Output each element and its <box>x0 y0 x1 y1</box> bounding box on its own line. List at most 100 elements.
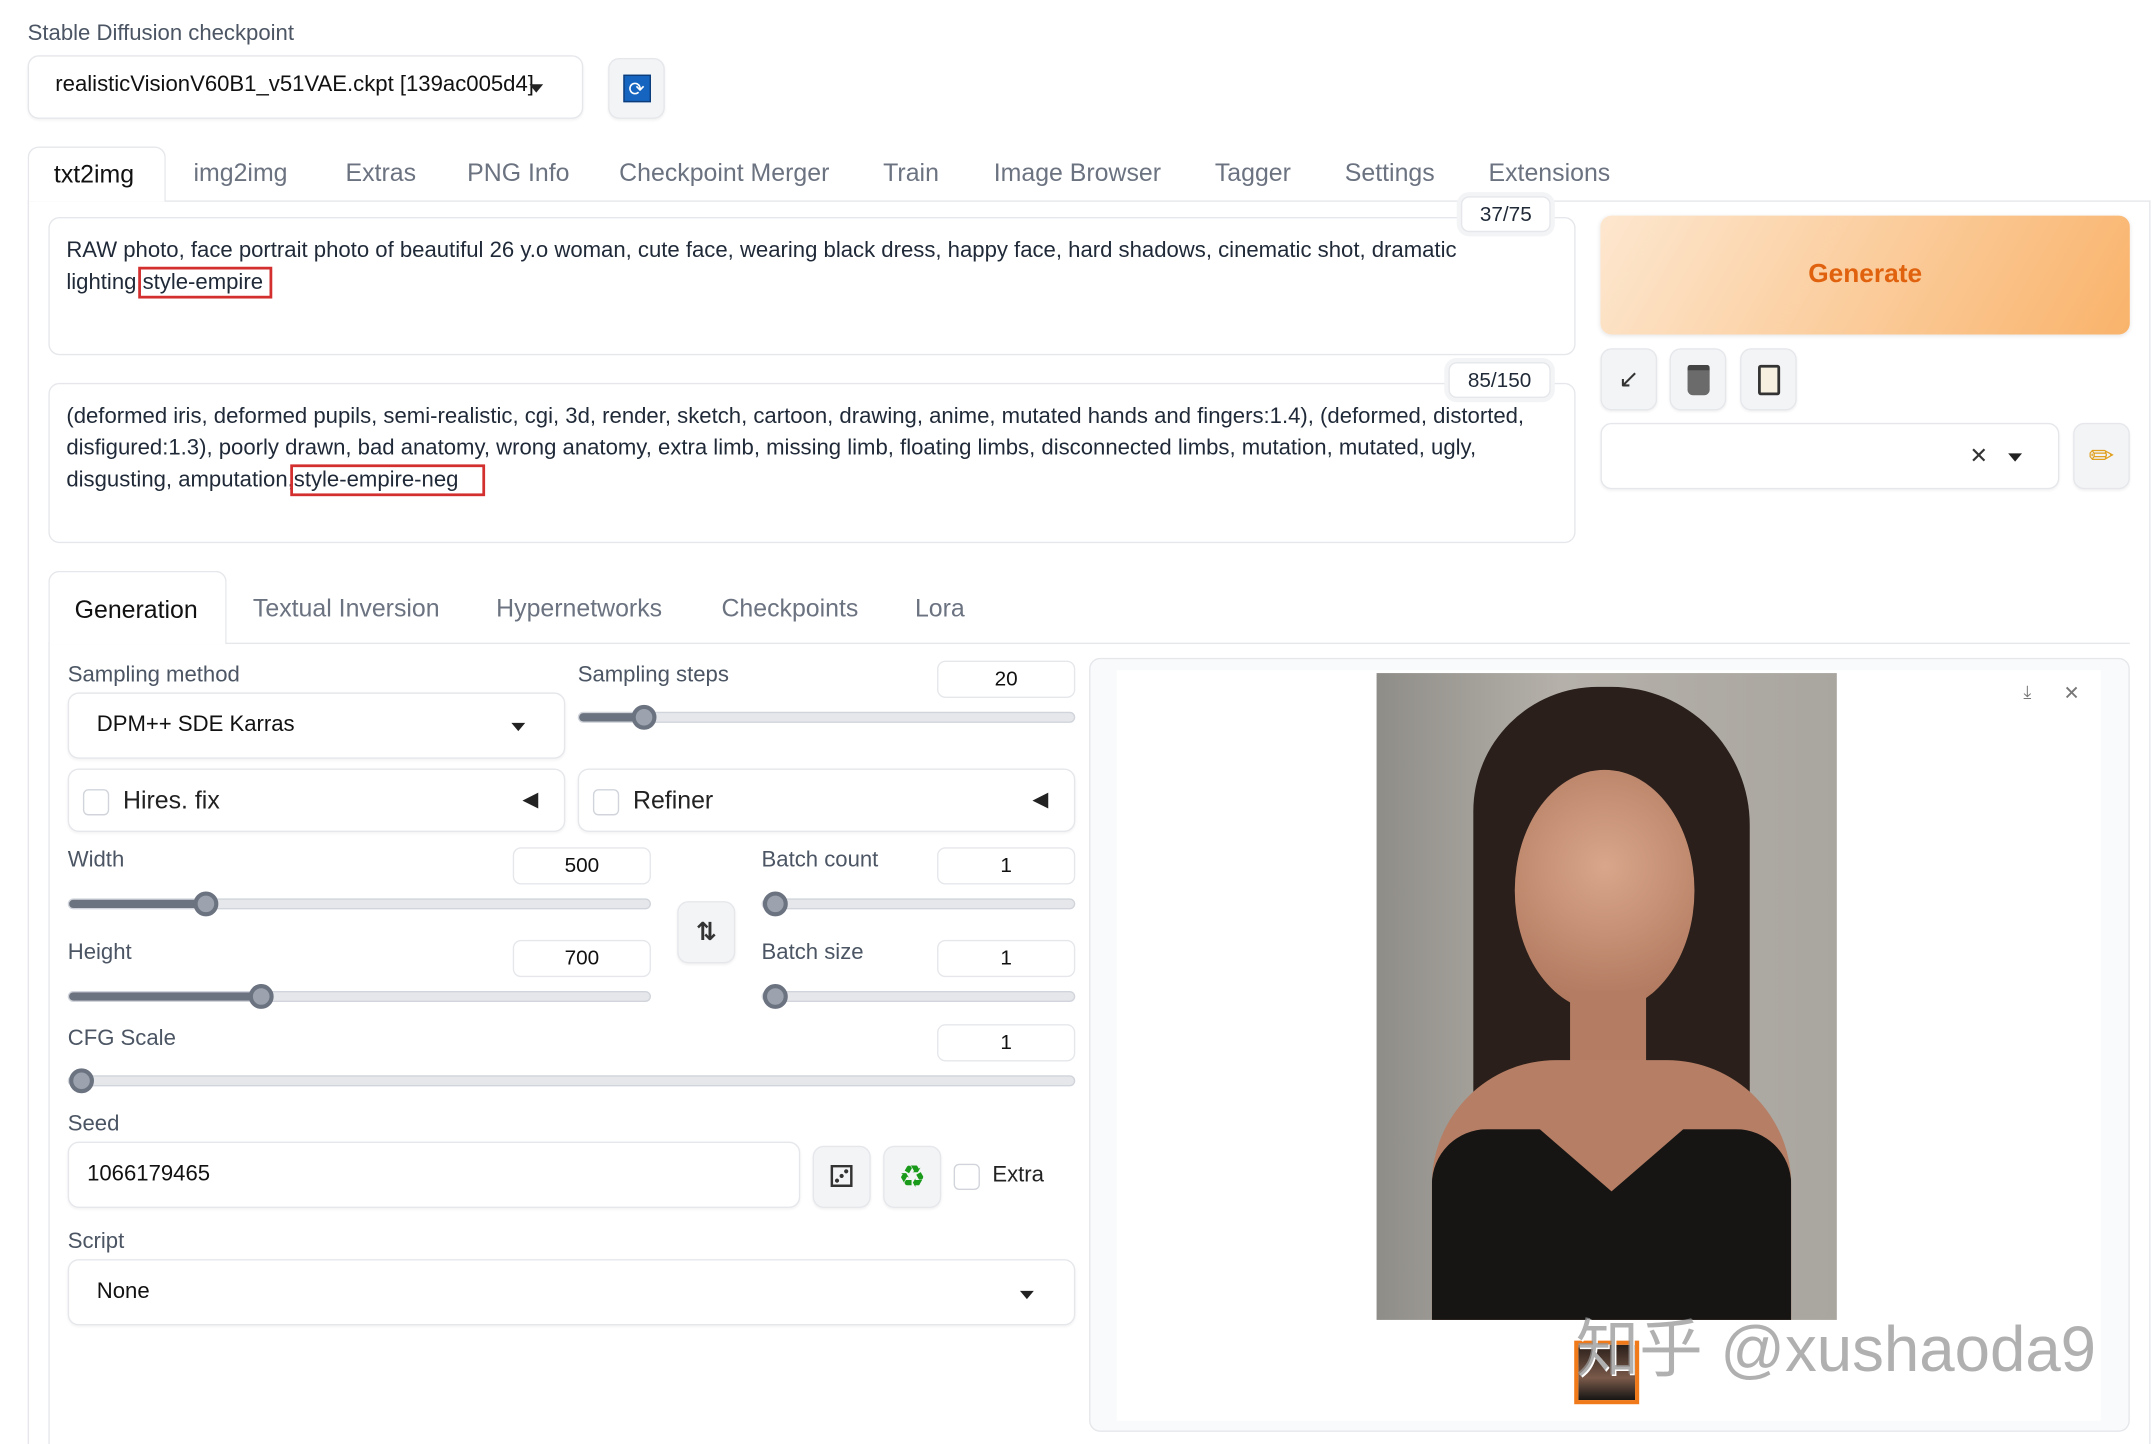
sampling-method-dropdown[interactable]: DPM++ SDE Karras <box>67 692 566 759</box>
negative-style-highlight: style-empire-neg <box>289 464 485 497</box>
subtab-generation[interactable]: Generation <box>48 570 227 645</box>
batch-size-label: Batch size <box>761 941 864 965</box>
paste-button[interactable] <box>1740 348 1797 411</box>
script-dropdown[interactable]: None <box>67 1259 1076 1326</box>
tab-tagger[interactable]: Tagger <box>1215 159 1291 188</box>
generate-button[interactable]: Generate <box>1600 215 2130 335</box>
cfg-scale-slider[interactable] <box>67 1068 1076 1094</box>
download-icon[interactable]: ⤓ <box>2023 681 2031 703</box>
edit-styles-button[interactable]: ✏ <box>2073 422 2130 490</box>
sampling-method-label: Sampling method <box>67 663 240 687</box>
read-params-button[interactable]: ↙ <box>1600 348 1658 411</box>
generated-image[interactable] <box>1376 673 1837 1320</box>
collapse-triangle-icon: ◀ <box>522 787 539 812</box>
sampling-steps-input[interactable]: 20 <box>937 660 1076 698</box>
prompt-textarea[interactable]: RAW photo, face portrait photo of beauti… <box>48 216 1576 356</box>
refresh-icon: ⟳ <box>622 74 651 103</box>
hires-fix-label: Hires. fix <box>123 786 220 815</box>
batch-size-input[interactable]: 1 <box>937 939 1076 978</box>
subtab-lora[interactable]: Lora <box>915 594 965 623</box>
tab-image-browser[interactable]: Image Browser <box>994 159 1161 188</box>
sampling-steps-slider[interactable] <box>577 704 1076 730</box>
slider-thumb[interactable] <box>69 1068 94 1094</box>
styles-dropdown[interactable]: ✕ <box>1600 422 2060 490</box>
width-slider[interactable] <box>67 891 651 917</box>
refresh-checkpoint-button[interactable]: ⟳ <box>608 58 665 119</box>
height-input[interactable]: 700 <box>512 939 651 978</box>
extra-seed-checkbox[interactable] <box>953 1163 980 1190</box>
cfg-scale-input[interactable]: 1 <box>937 1024 1076 1062</box>
seed-input[interactable]: 1066179465 <box>67 1141 801 1208</box>
width-input[interactable]: 500 <box>512 847 651 885</box>
recycle-icon: ♻ <box>898 1158 926 1194</box>
clear-prompt-button[interactable] <box>1669 348 1727 411</box>
slider-thumb[interactable] <box>762 984 788 1009</box>
batch-count-label: Batch count <box>761 848 879 873</box>
refiner-accordion[interactable]: Refiner ◀ <box>577 768 1076 833</box>
seed-label: Seed <box>67 1112 120 1137</box>
negative-token-counter: 85/150 <box>1448 362 1551 399</box>
swap-dimensions-button[interactable]: ⇅ <box>677 901 736 964</box>
checkpoint-label: Stable Diffusion checkpoint <box>27 22 294 46</box>
generate-label: Generate <box>1808 259 1923 289</box>
checkpoint-dropdown[interactable]: realisticVisionV60B1_v51VAE.ckpt [139ac0… <box>27 55 584 119</box>
collapse-triangle-icon: ◀ <box>1032 787 1049 812</box>
tab-extensions[interactable]: Extensions <box>1489 159 1611 188</box>
slider-fill <box>69 992 261 1001</box>
hires-fix-accordion[interactable]: Hires. fix ◀ <box>67 768 566 833</box>
subtab-hypernetworks[interactable]: Hypernetworks <box>496 594 662 623</box>
tab-label: txt2img <box>53 160 135 188</box>
tab-settings[interactable]: Settings <box>1345 159 1435 188</box>
trash-icon <box>1686 364 1709 395</box>
checkpoint-value: realisticVisionV60B1_v51VAE.ckpt [139ac0… <box>55 73 534 97</box>
reuse-seed-button[interactable]: ♻ <box>883 1145 942 1208</box>
subtab-checkpoints[interactable]: Checkpoints <box>721 594 858 623</box>
prompt-token-counter: 37/75 <box>1460 196 1551 233</box>
watermark: 知乎 @xushaoda9 <box>1575 1312 2097 1385</box>
tab-img2img[interactable]: img2img <box>193 159 287 188</box>
subtab-label: Generation <box>74 595 198 624</box>
clipboard-icon <box>1757 364 1780 395</box>
prompt-text: RAW photo, face portrait photo of beauti… <box>66 239 1457 295</box>
sampling-steps-label: Sampling steps <box>577 663 729 687</box>
height-label: Height <box>67 941 132 965</box>
pencil-icon: ✏ <box>2088 438 2115 473</box>
chevron-down-icon <box>2008 453 2023 462</box>
swap-icon: ⇅ <box>695 917 717 946</box>
script-label: Script <box>67 1230 125 1254</box>
sampling-method-value: DPM++ SDE Karras <box>96 713 295 737</box>
random-seed-button[interactable]: ⚂ <box>812 1145 871 1208</box>
refiner-label: Refiner <box>633 786 714 815</box>
cfg-scale-label: CFG Scale <box>67 1026 176 1051</box>
subtab-textual-inversion[interactable]: Textual Inversion <box>253 594 440 623</box>
refiner-checkbox[interactable] <box>592 789 620 816</box>
batch-count-input[interactable]: 1 <box>937 847 1076 885</box>
batch-size-slider[interactable] <box>761 984 1076 1009</box>
hires-fix-checkbox[interactable] <box>82 789 110 816</box>
arrow-down-left-icon: ↙ <box>1618 364 1640 393</box>
negative-text: (deformed iris, deformed pupils, semi-re… <box>66 404 1525 493</box>
batch-count-slider[interactable] <box>761 891 1076 917</box>
slider-thumb[interactable] <box>193 891 218 917</box>
chevron-down-icon <box>529 84 544 93</box>
chevron-down-icon <box>1019 1290 1034 1300</box>
chevron-down-icon <box>511 722 526 732</box>
tab-extras[interactable]: Extras <box>346 159 417 188</box>
slider-thumb[interactable] <box>630 704 656 730</box>
tab-checkpoint-merger[interactable]: Checkpoint Merger <box>619 159 829 188</box>
dice-icon: ⚂ <box>828 1158 855 1194</box>
extra-label: Extra <box>992 1163 1044 1188</box>
close-icon[interactable]: ✕ <box>2063 681 2079 704</box>
height-slider[interactable] <box>67 984 651 1009</box>
seed-value: 1066179465 <box>87 1162 211 1186</box>
prompt-style-highlight: style-empire <box>138 266 273 299</box>
webui: Stable Diffusion checkpoint realisticVis… <box>0 0 2156 1444</box>
tab-train[interactable]: Train <box>883 159 939 188</box>
negative-prompt-textarea[interactable]: (deformed iris, deformed pupils, semi-re… <box>48 382 1576 544</box>
width-label: Width <box>67 848 125 873</box>
slider-thumb[interactable] <box>248 984 274 1009</box>
clear-icon[interactable]: ✕ <box>1969 442 1988 470</box>
slider-thumb[interactable] <box>762 891 788 917</box>
tab-png-info[interactable]: PNG Info <box>467 159 569 188</box>
tab-txt2img[interactable]: txt2img <box>27 146 166 202</box>
